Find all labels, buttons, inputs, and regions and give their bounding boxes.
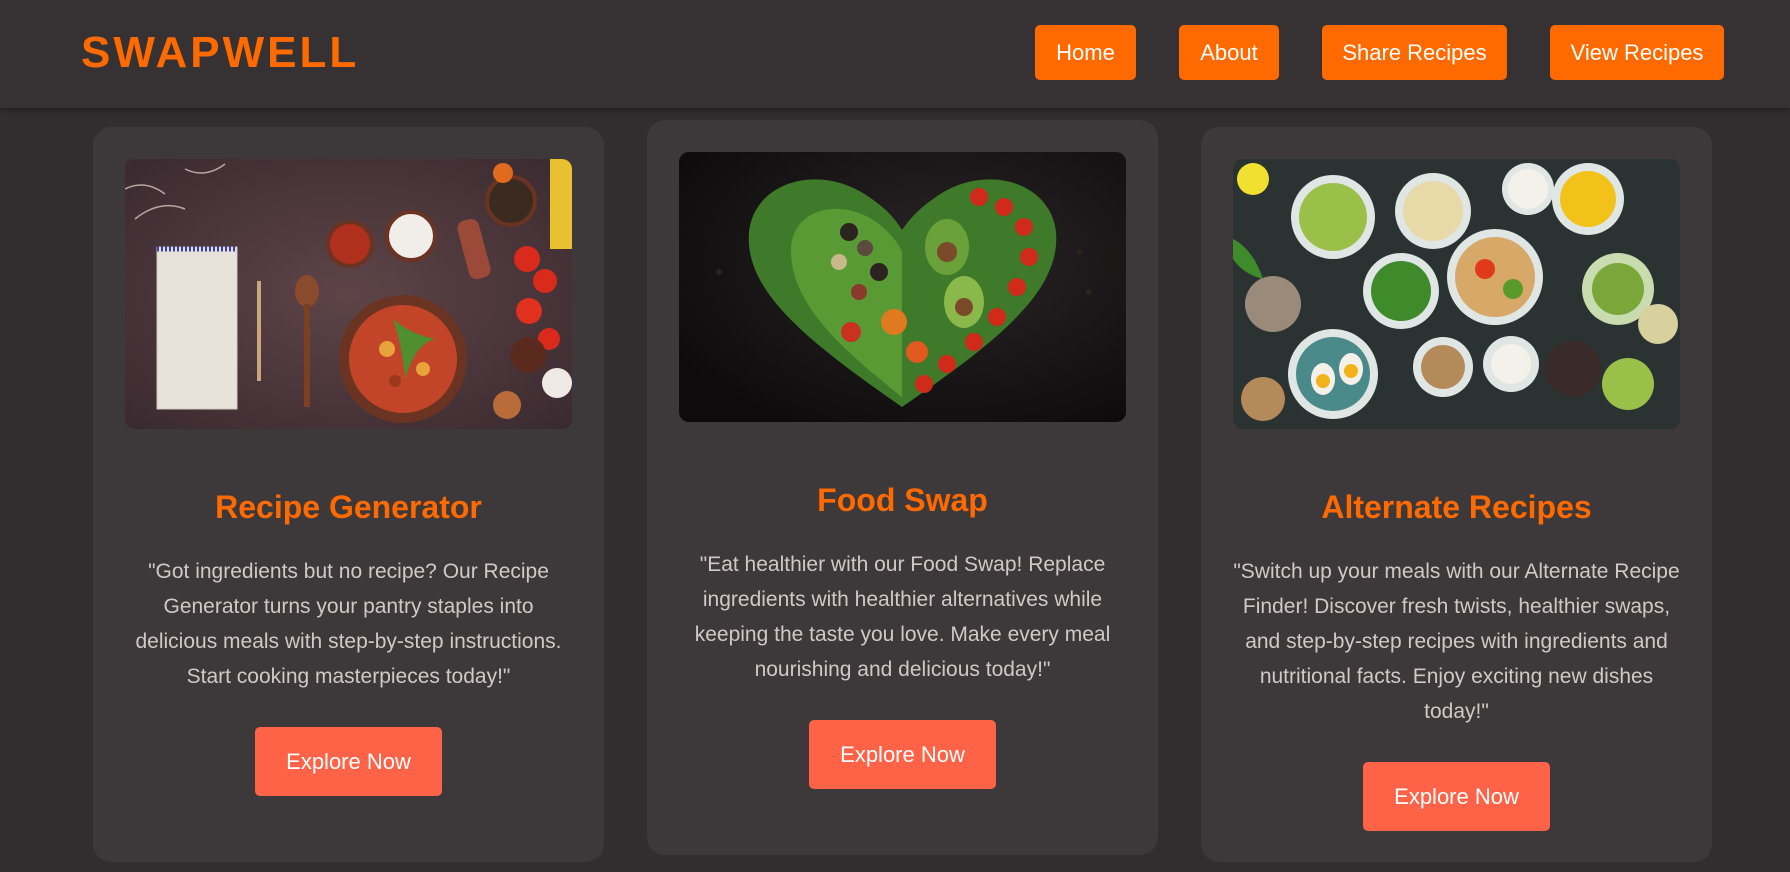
nav-view-recipes-button[interactable]: View Recipes — [1550, 25, 1724, 80]
site-header: SWAPWELL Home About Share Recipes View R… — [0, 0, 1790, 108]
card-alternate-recipes: Alternate Recipes "Switch up your meals … — [1201, 127, 1712, 862]
card-description: "Got ingredients but no recipe? Our Reci… — [135, 560, 562, 688]
card-title: Recipe Generator — [215, 489, 482, 525]
card-description: "Eat healthier with our Food Swap! Repla… — [694, 553, 1111, 681]
nav-about-button[interactable]: About — [1179, 25, 1279, 80]
heart-shaped-vegetables-image — [679, 152, 1126, 422]
nav-home-button[interactable]: Home — [1035, 25, 1136, 80]
card-title: Food Swap — [817, 482, 988, 518]
explore-now-button[interactable]: Explore Now — [1363, 762, 1550, 831]
explore-now-button[interactable]: Explore Now — [255, 727, 442, 796]
card-description: "Switch up your meals with our Alternate… — [1233, 560, 1680, 723]
brand-logo[interactable]: SWAPWELL — [81, 28, 359, 78]
recipe-ingredients-image — [125, 159, 572, 429]
explore-now-button[interactable]: Explore Now — [809, 720, 996, 789]
card-recipe-generator: Recipe Generator "Got ingredients but no… — [93, 127, 604, 862]
healthy-bowls-image — [1233, 159, 1680, 429]
card-food-swap: Food Swap "Eat healthier with our Food S… — [647, 120, 1158, 855]
nav-share-recipes-button[interactable]: Share Recipes — [1322, 25, 1507, 80]
card-title: Alternate Recipes — [1321, 489, 1592, 525]
